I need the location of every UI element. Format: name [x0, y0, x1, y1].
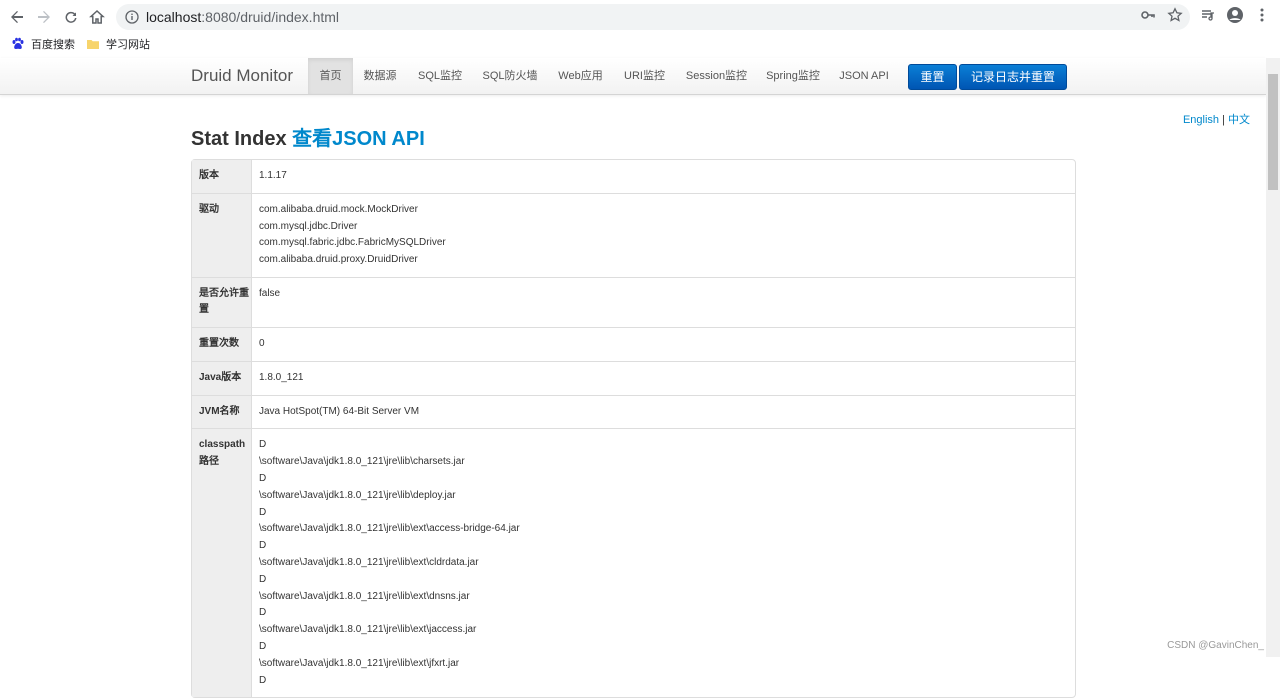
row-value: com.alibaba.druid.mock.MockDriver com.mys… [251, 193, 1075, 277]
row-key: 驱动 [192, 193, 251, 277]
row-key: 重置次数 [192, 327, 251, 361]
value-line: 1.8.0_121 [259, 371, 304, 383]
value-line: D [259, 472, 267, 484]
bookmark-label: 百度搜索 [31, 39, 75, 51]
json-api-link[interactable]: 查看JSON API [292, 128, 425, 150]
value-line: \software\Java\jdk1.8.0_121\jre\lib\ext\… [259, 556, 479, 568]
row-key: JVM名称 [192, 395, 251, 429]
value-line: false [259, 287, 281, 299]
folder-icon [86, 37, 100, 51]
nav-uri-monitor[interactable]: URI监控 [617, 58, 672, 94]
value-line: D [259, 674, 267, 686]
row-value: false [251, 277, 1075, 327]
value-line: com.mysql.jdbc.Driver [259, 220, 358, 232]
nav-home[interactable]: 首页 [308, 58, 353, 94]
lang-chinese-link[interactable]: 中文 [1228, 114, 1250, 126]
value-line: \software\Java\jdk1.8.0_121\jre\lib\ext\… [259, 657, 460, 669]
value-line: \software\Java\jdk1.8.0_121\jre\lib\char… [259, 456, 465, 468]
table-row: 版本 1.1.17 [192, 160, 1075, 193]
app-navbar: Druid Monitor 首页 数据源 SQL监控 SQL防火墙 Web应用 … [0, 58, 1266, 95]
log-and-reset-button[interactable]: 记录日志并重置 [959, 64, 1067, 90]
media-icon[interactable] [1197, 4, 1219, 26]
reset-button[interactable]: 重置 [908, 64, 957, 90]
address-bar[interactable]: localhost:8080/druid/index.html [116, 4, 1190, 30]
value-line: com.alibaba.druid.mock.MockDriver [259, 203, 418, 215]
stat-table: 版本 1.1.17 驱动 com.alibaba.druid.mock.MockDri… [191, 159, 1076, 698]
row-key: 版本 [192, 160, 251, 193]
nav-datasource[interactable]: 数据源 [353, 58, 407, 94]
page-title-text: Stat Index [191, 128, 287, 150]
value-line: \software\Java\jdk1.8.0_121\jre\lib\ext\… [259, 590, 470, 602]
table-row: JVM名称 Java HotSpot(TM) 64-Bit Server VM [192, 394, 1075, 429]
arrow-left-icon [11, 11, 23, 23]
value-line: com.alibaba.druid.proxy.DruidDriver [259, 254, 418, 266]
value-line: 0 [259, 337, 265, 349]
bookmark-baidu[interactable]: 百度搜索 [11, 36, 75, 52]
url-text: localhost:8080/druid/index.html [146, 9, 339, 25]
url-host: localhost [146, 9, 202, 25]
browser-toolbar: localhost:8080/druid/index.html [0, 0, 1280, 34]
value-line: 1.1.17 [259, 170, 287, 181]
value-line: Java HotSpot(TM) 64-Bit Server VM [259, 405, 420, 417]
value-line: \software\Java\jdk1.8.0_121\jre\lib\ext\… [259, 523, 520, 535]
profile-icon[interactable] [1224, 4, 1246, 26]
table-row: 是否允许重置 false [192, 276, 1075, 327]
nav-sql-firewall[interactable]: SQL防火墙 [476, 58, 544, 94]
bookmark-label: 学习网站 [106, 39, 150, 51]
value-line: D [259, 573, 267, 585]
nav-json-api[interactable]: JSON API [833, 58, 895, 94]
home-icon [89, 9, 105, 24]
paw-icon [11, 37, 25, 51]
row-value: D \software\Java\jdk1.8.0_121\jre\lib\cha… [251, 429, 1075, 698]
nav-web-app[interactable]: Web应用 [551, 58, 610, 94]
row-value: Java HotSpot(TM) 64-Bit Server VM [251, 395, 1075, 429]
value-line: D [259, 607, 267, 619]
row-value: 1.1.17 [251, 160, 1075, 193]
lang-separator: | [1222, 114, 1225, 126]
table-row: Java版本 1.8.0_121 [192, 360, 1075, 395]
forward-button[interactable] [33, 6, 55, 28]
value-line: D [259, 640, 267, 652]
bookmark-study[interactable]: 学习网站 [86, 36, 150, 52]
nav-session-monitor[interactable]: Session监控 [679, 58, 754, 94]
table-row: 重置次数 0 [192, 326, 1075, 361]
row-key: Java版本 [192, 361, 251, 395]
info-icon[interactable] [124, 9, 140, 25]
key-icon[interactable] [1137, 4, 1159, 26]
star-icon[interactable] [1164, 4, 1186, 26]
kebab-menu-icon[interactable] [1251, 4, 1273, 26]
table-row: 驱动 com.alibaba.druid.mock.MockDriver com.m… [192, 192, 1075, 277]
nav-sql-monitor[interactable]: SQL监控 [410, 58, 470, 94]
row-value: 0 [251, 327, 1075, 361]
value-line: com.mysql.fabric.jdbc.FabricMySQLDriver [259, 237, 446, 249]
row-key: 是否允许重置 [192, 277, 251, 327]
page-title: Stat Index 查看JSON API [191, 122, 425, 151]
value-line: D [259, 506, 267, 518]
reload-button[interactable] [60, 6, 82, 28]
home-button[interactable] [86, 6, 108, 28]
page-scrollbar-thumb[interactable] [1268, 74, 1278, 190]
watermark: CSDN @GavinChen_ [1167, 640, 1264, 651]
row-key: classpath路径 [192, 429, 251, 698]
bookmarks-bar: 百度搜索 学习网站 [0, 34, 1280, 56]
nav-spring-monitor[interactable]: Spring监控 [760, 58, 826, 94]
lang-english-link[interactable]: English [1183, 114, 1219, 126]
url-path: :8080/druid/index.html [201, 9, 340, 25]
reload-icon [65, 11, 77, 23]
value-line: \software\Java\jdk1.8.0_121\jre\lib\depl… [259, 489, 456, 501]
arrow-right-icon [38, 11, 50, 23]
value-line: D [259, 540, 267, 552]
value-line: D [259, 439, 267, 451]
brand-title[interactable]: Druid Monitor [191, 66, 293, 86]
row-value: 1.8.0_121 [251, 361, 1075, 395]
value-line: \software\Java\jdk1.8.0_121\jre\lib\ext\… [259, 624, 477, 636]
language-switch: English | 中文 [1183, 111, 1250, 127]
back-button[interactable] [6, 6, 28, 28]
